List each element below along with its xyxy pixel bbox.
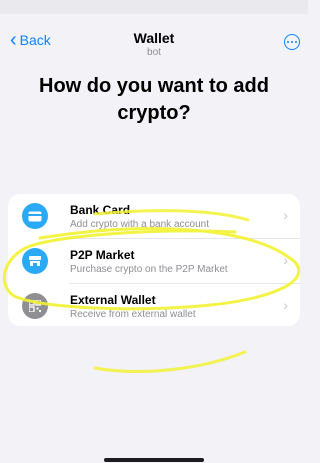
chevron-right-icon: › (283, 297, 288, 313)
option-title: Bank Card (70, 203, 131, 217)
page-title: How do you want to add crypto? (39, 75, 269, 124)
status-bar (0, 0, 308, 14)
option-title: P2P Market (70, 248, 135, 262)
option-subtitle: Add crypto with a bank account (70, 219, 209, 230)
nav-title: Wallet (133, 30, 175, 46)
option-subtitle: Purchase crypto on the P2P Market (70, 264, 228, 275)
chevron-right-icon: › (283, 207, 288, 223)
option-external-wallet[interactable]: External Wallet Receive from external wa… (8, 284, 300, 326)
option-subtitle: Receive from external wallet (70, 309, 196, 320)
more-options-icon[interactable] (284, 34, 300, 50)
option-title: External Wallet (70, 293, 156, 307)
navigation-bar: ‹ Back Wallet bot (0, 14, 308, 60)
card-icon (22, 203, 48, 229)
options-list: Bank Card Add crypto with a bank account… (8, 194, 300, 326)
home-indicator (104, 458, 204, 462)
qr-code-icon (22, 293, 48, 319)
nav-subtitle: bot (147, 47, 161, 58)
option-p2p-market[interactable]: P2P Market Purchase crypto on the P2P Ma… (8, 239, 300, 283)
option-bank-card[interactable]: Bank Card Add crypto with a bank account… (8, 194, 300, 238)
chevron-right-icon: › (283, 252, 288, 268)
market-icon (22, 248, 48, 274)
